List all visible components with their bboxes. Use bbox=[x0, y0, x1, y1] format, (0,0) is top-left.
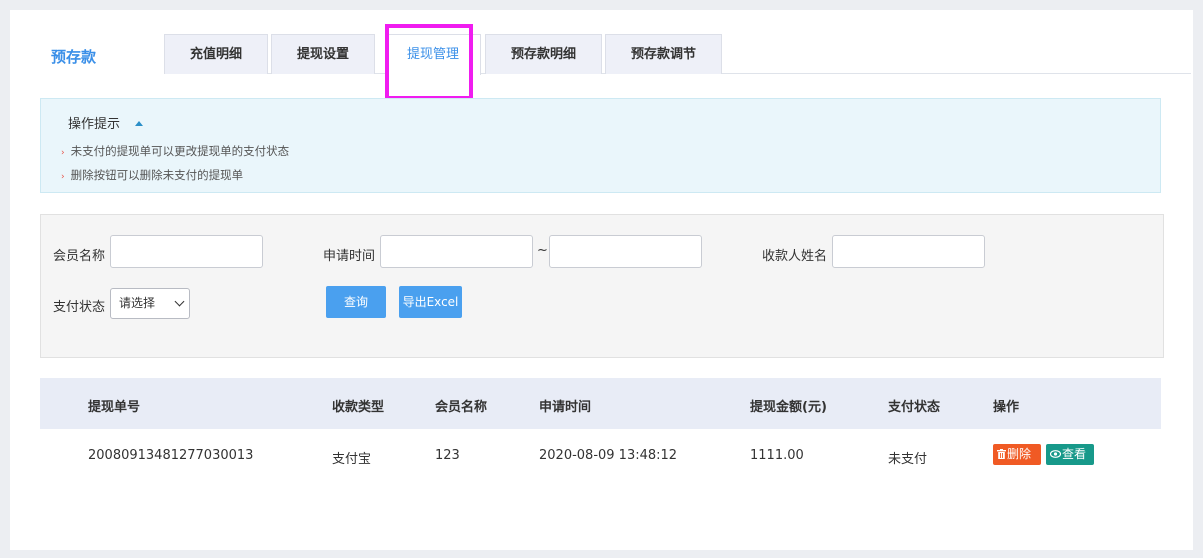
apply-time-end-input[interactable] bbox=[549, 235, 702, 268]
col-order-no: 提现单号 bbox=[88, 400, 141, 415]
tab-recharge-detail[interactable]: 充值明细 bbox=[164, 34, 268, 74]
col-pay-type: 收款类型 bbox=[332, 400, 385, 415]
cell-apply-time: 2020-08-09 13:48:12 bbox=[539, 448, 678, 463]
col-member: 会员名称 bbox=[435, 400, 488, 415]
export-excel-button[interactable]: 导出Excel bbox=[399, 286, 462, 318]
bullet-icon: › bbox=[61, 172, 65, 182]
apply-time-label: 申请时间 bbox=[323, 249, 376, 264]
range-separator: ~ bbox=[537, 243, 548, 258]
tips-title[interactable]: 操作提示 bbox=[68, 113, 120, 132]
cell-pay-type: 支付宝 bbox=[332, 452, 372, 467]
pay-status-select[interactable]: 请选择 bbox=[110, 288, 190, 319]
tab-deposit-adjust[interactable]: 预存款调节 bbox=[605, 34, 722, 74]
trash-icon bbox=[997, 445, 1006, 459]
col-status: 支付状态 bbox=[888, 400, 941, 415]
payee-name-label: 收款人姓名 bbox=[762, 249, 828, 264]
col-amount: 提现金额(元) bbox=[750, 400, 827, 415]
col-actions: 操作 bbox=[993, 400, 1020, 415]
apply-time-start-input[interactable] bbox=[380, 235, 533, 268]
cell-amount: 1111.00 bbox=[750, 448, 804, 463]
tab-deposit-detail[interactable]: 预存款明细 bbox=[485, 34, 602, 74]
section-title: 预存款 bbox=[51, 48, 97, 66]
payee-name-input[interactable] bbox=[832, 235, 985, 268]
eye-icon bbox=[1049, 444, 1062, 458]
cell-status: 未支付 bbox=[888, 452, 928, 467]
tips-box: 操作提示 › 未支付的提现单可以更改提现单的支付状态 › 删除按钮可以删除未支付的提… bbox=[40, 98, 1161, 193]
chevron-down-icon bbox=[174, 296, 185, 307]
cell-member: 123 bbox=[435, 448, 460, 463]
bullet-icon: › bbox=[61, 148, 65, 158]
member-name-label: 会员名称 bbox=[53, 249, 106, 264]
table-row: 20080913481277030013 支付宝 123 2020-08-09 … bbox=[40, 429, 1161, 483]
collapse-arrow-icon[interactable] bbox=[135, 121, 143, 126]
tab-withdraw-management[interactable]: 提现管理 bbox=[385, 34, 481, 75]
main-panel: 预存款 充值明细 提现设置 提现管理 预存款明细 预存款调节 操作提示 › 未支付… bbox=[10, 10, 1193, 550]
tab-withdraw-settings[interactable]: 提现设置 bbox=[271, 34, 375, 74]
tip-text: 删除按钮可以删除未支付的提现单 bbox=[70, 168, 244, 182]
delete-button[interactable]: 删除 bbox=[993, 444, 1041, 465]
pay-status-selected: 请选择 bbox=[119, 296, 156, 310]
delete-label: 删除 bbox=[1007, 447, 1032, 461]
col-apply-time: 申请时间 bbox=[539, 400, 592, 415]
filter-panel: 会员名称 申请时间 ~ 收款人姓名 支付状态 请选择 查询 导出Excel bbox=[40, 214, 1164, 358]
view-button[interactable]: 查看 bbox=[1046, 444, 1094, 465]
query-button[interactable]: 查询 bbox=[326, 286, 386, 318]
member-name-input[interactable] bbox=[110, 235, 263, 268]
cell-order-no: 20080913481277030013 bbox=[88, 448, 254, 463]
pay-status-label: 支付状态 bbox=[53, 300, 106, 315]
tip-text: 未支付的提现单可以更改提现单的支付状态 bbox=[70, 144, 290, 158]
table-header: 提现单号 收款类型 会员名称 申请时间 提现金额(元) 支付状态 操作 bbox=[40, 378, 1161, 429]
tip-item: › 未支付的提现单可以更改提现单的支付状态 bbox=[61, 143, 289, 159]
view-label: 查看 bbox=[1062, 447, 1087, 461]
tip-item: › 删除按钮可以删除未支付的提现单 bbox=[61, 167, 243, 183]
